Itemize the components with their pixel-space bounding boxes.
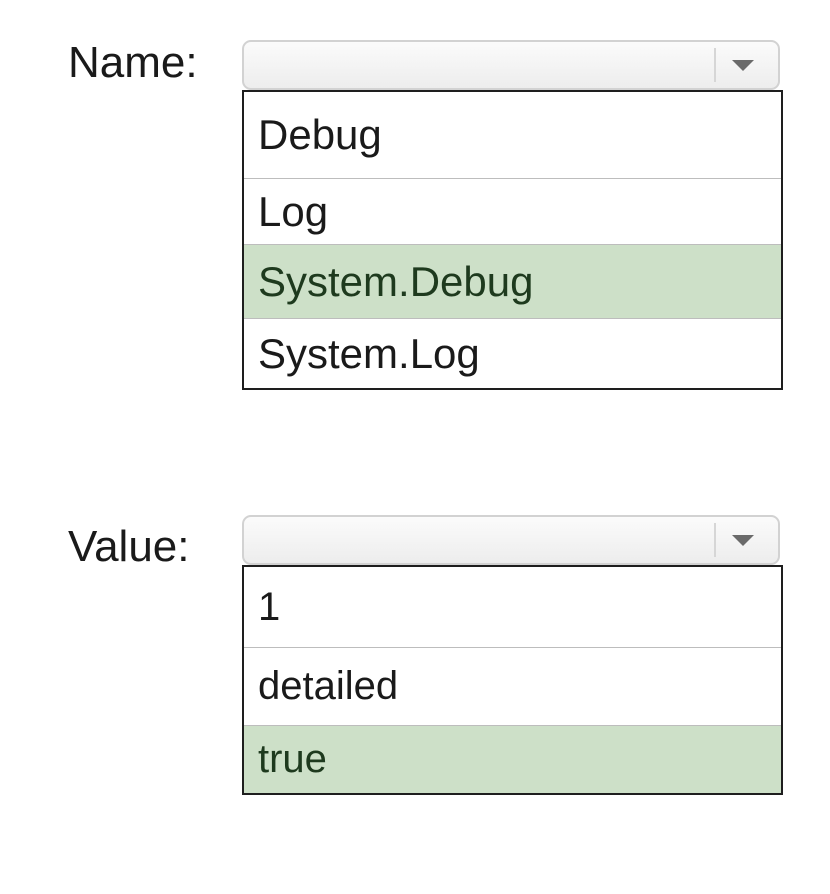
value-option-detailed[interactable]: detailed (244, 647, 781, 725)
chevron-down-icon[interactable] (732, 60, 754, 71)
name-label: Name: (68, 38, 198, 87)
combobox-divider (714, 523, 716, 557)
value-dropdown-list: 1 detailed true (242, 565, 783, 795)
chevron-down-icon[interactable] (732, 535, 754, 546)
name-option-system-log[interactable]: System.Log (244, 318, 781, 388)
name-option-system-debug[interactable]: System.Debug (244, 244, 781, 318)
value-option-true[interactable]: true (244, 725, 781, 793)
name-combobox[interactable] (242, 40, 780, 90)
name-option-debug[interactable]: Debug (244, 92, 781, 178)
combobox-divider (714, 48, 716, 82)
value-combobox[interactable] (242, 515, 780, 565)
name-dropdown-list: Debug Log System.Debug System.Log (242, 90, 783, 390)
value-label: Value: (68, 522, 190, 571)
value-option-1[interactable]: 1 (244, 567, 781, 647)
name-option-log[interactable]: Log (244, 178, 781, 244)
